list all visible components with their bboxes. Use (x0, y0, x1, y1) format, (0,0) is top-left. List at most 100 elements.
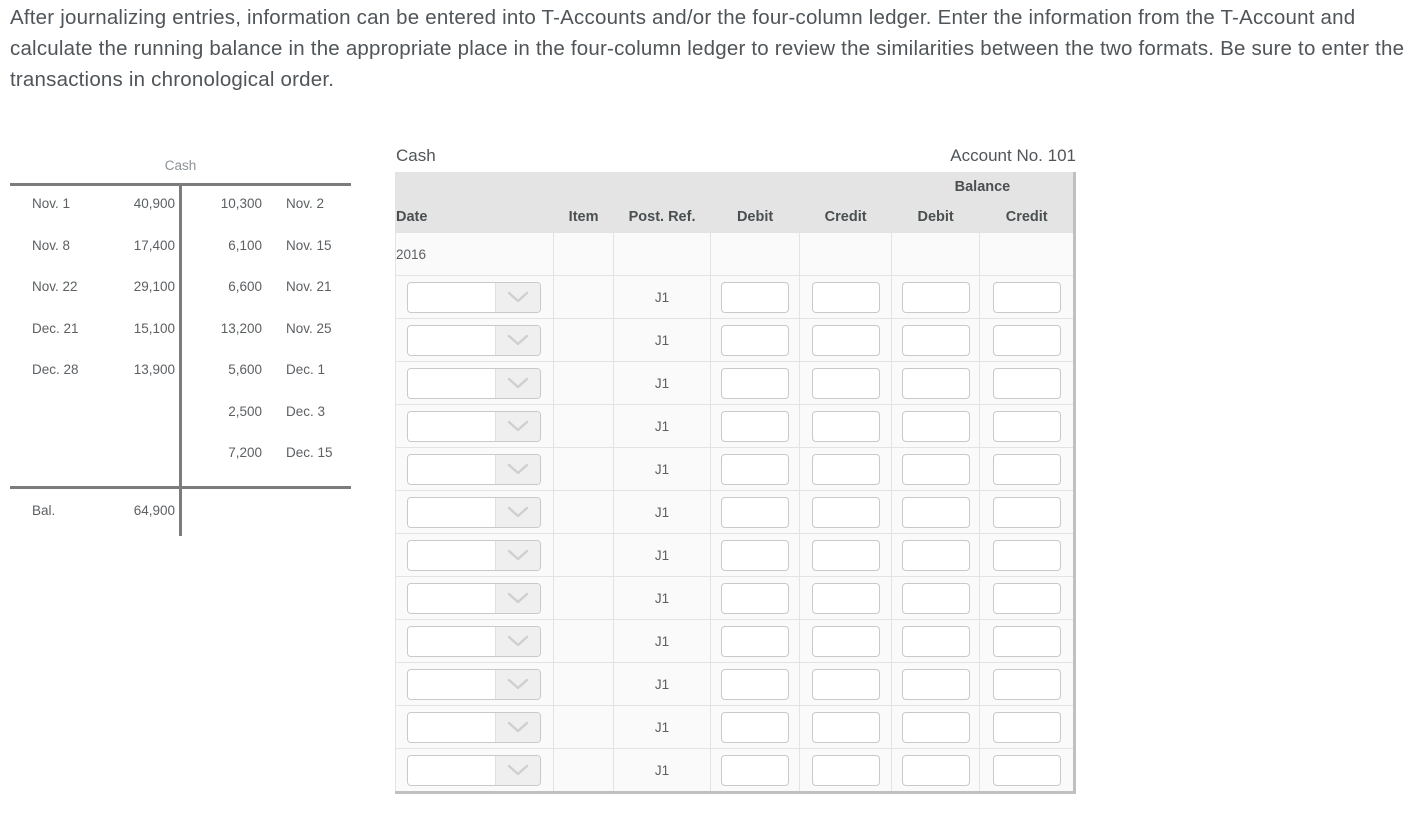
credit-input[interactable] (811, 711, 880, 743)
ledger-post-ref-cell: J1 (613, 662, 711, 706)
date-select[interactable] (407, 410, 541, 442)
date-select[interactable] (407, 539, 541, 571)
date-select-value[interactable] (408, 411, 495, 441)
debit-input[interactable] (721, 496, 790, 528)
ledger-debit-cell (709, 619, 801, 663)
balance-debit-input[interactable] (901, 453, 970, 485)
t-account-debit-row: Dec. 28 13,900 (10, 349, 179, 391)
debit-input[interactable] (721, 754, 790, 786)
balance-credit-input[interactable] (992, 711, 1061, 743)
date-select-value[interactable] (408, 368, 495, 398)
ledger-debit-cell (709, 318, 801, 362)
balance-debit-input[interactable] (901, 754, 970, 786)
date-select[interactable] (407, 754, 541, 786)
credit-input[interactable] (811, 410, 880, 442)
debit-input[interactable] (721, 711, 790, 743)
chevron-down-icon[interactable] (495, 454, 540, 484)
date-select[interactable] (407, 453, 541, 485)
balance-debit-input[interactable] (901, 668, 970, 700)
date-select-value[interactable] (408, 497, 495, 527)
ledger-item-cell (552, 490, 615, 534)
balance-debit-input[interactable] (901, 539, 970, 571)
debit-input[interactable] (721, 453, 790, 485)
date-select[interactable] (407, 582, 541, 614)
balance-debit-input[interactable] (901, 625, 970, 657)
chevron-down-icon[interactable] (495, 497, 540, 527)
debit-input[interactable] (721, 324, 790, 356)
credit-input[interactable] (811, 625, 880, 657)
balance-debit-input[interactable] (901, 711, 970, 743)
chevron-down-icon[interactable] (495, 583, 540, 613)
debit-input[interactable] (721, 582, 790, 614)
credit-input[interactable] (811, 281, 880, 313)
ledger-balance-credit-cell (979, 447, 1075, 491)
balance-credit-input[interactable] (992, 539, 1061, 571)
debit-input[interactable] (721, 625, 790, 657)
date-select[interactable] (407, 496, 541, 528)
t-account-debit-amount: 40,900 (133, 196, 175, 212)
debit-input[interactable] (721, 668, 790, 700)
credit-input[interactable] (811, 582, 880, 614)
balance-credit-input[interactable] (992, 410, 1061, 442)
balance-debit-input[interactable] (901, 410, 970, 442)
balance-debit-input[interactable] (901, 367, 970, 399)
date-select-value[interactable] (408, 454, 495, 484)
ledger-year-item-cell (552, 232, 615, 276)
chevron-down-icon[interactable] (495, 325, 540, 355)
date-select-value[interactable] (408, 712, 495, 742)
debit-input[interactable] (721, 539, 790, 571)
credit-input[interactable] (811, 453, 880, 485)
balance-credit-input[interactable] (992, 453, 1061, 485)
ledger-date-cell (395, 361, 554, 405)
balance-credit-input[interactable] (992, 281, 1061, 313)
chevron-down-icon[interactable] (495, 669, 540, 699)
ledger-balance-credit-cell (979, 705, 1075, 749)
date-select-value[interactable] (408, 325, 495, 355)
date-select[interactable] (407, 281, 541, 313)
chevron-down-icon[interactable] (495, 626, 540, 656)
credit-input[interactable] (811, 539, 880, 571)
chevron-down-icon[interactable] (495, 411, 540, 441)
balance-credit-input[interactable] (992, 496, 1061, 528)
balance-debit-input[interactable] (901, 496, 970, 528)
date-select-value[interactable] (408, 583, 495, 613)
ledger-balance-credit-cell (979, 533, 1075, 577)
date-select[interactable] (407, 711, 541, 743)
chevron-down-icon[interactable] (495, 368, 540, 398)
ledger-debit-cell (709, 275, 801, 319)
chevron-down-icon[interactable] (495, 755, 540, 785)
ledger-account-number: Account No. 101 (950, 146, 1076, 165)
credit-input[interactable] (811, 367, 880, 399)
date-select[interactable] (407, 625, 541, 657)
balance-credit-input[interactable] (992, 668, 1061, 700)
balance-credit-input[interactable] (992, 754, 1061, 786)
debit-input[interactable] (721, 281, 790, 313)
credit-input[interactable] (811, 496, 880, 528)
ledger-balance-debit-cell (890, 490, 981, 534)
chevron-down-icon[interactable] (495, 540, 540, 570)
balance-credit-input[interactable] (992, 582, 1061, 614)
debit-input[interactable] (721, 410, 790, 442)
date-select[interactable] (407, 668, 541, 700)
balance-credit-input[interactable] (992, 324, 1061, 356)
balance-debit-input[interactable] (901, 582, 970, 614)
credit-input[interactable] (811, 668, 880, 700)
balance-debit-input[interactable] (901, 324, 970, 356)
balance-credit-input[interactable] (992, 367, 1061, 399)
date-select-value[interactable] (408, 669, 495, 699)
ledger-date-cell (395, 705, 554, 749)
debit-input[interactable] (721, 367, 790, 399)
date-select[interactable] (407, 324, 541, 356)
date-select-value[interactable] (408, 626, 495, 656)
credit-input[interactable] (811, 754, 880, 786)
header-balance-group: Balance (890, 172, 1076, 202)
date-select-value[interactable] (408, 540, 495, 570)
date-select-value[interactable] (408, 282, 495, 312)
balance-credit-input[interactable] (992, 625, 1061, 657)
date-select[interactable] (407, 367, 541, 399)
date-select-value[interactable] (408, 755, 495, 785)
chevron-down-icon[interactable] (495, 282, 540, 312)
credit-input[interactable] (811, 324, 880, 356)
balance-debit-input[interactable] (901, 281, 970, 313)
chevron-down-icon[interactable] (495, 712, 540, 742)
